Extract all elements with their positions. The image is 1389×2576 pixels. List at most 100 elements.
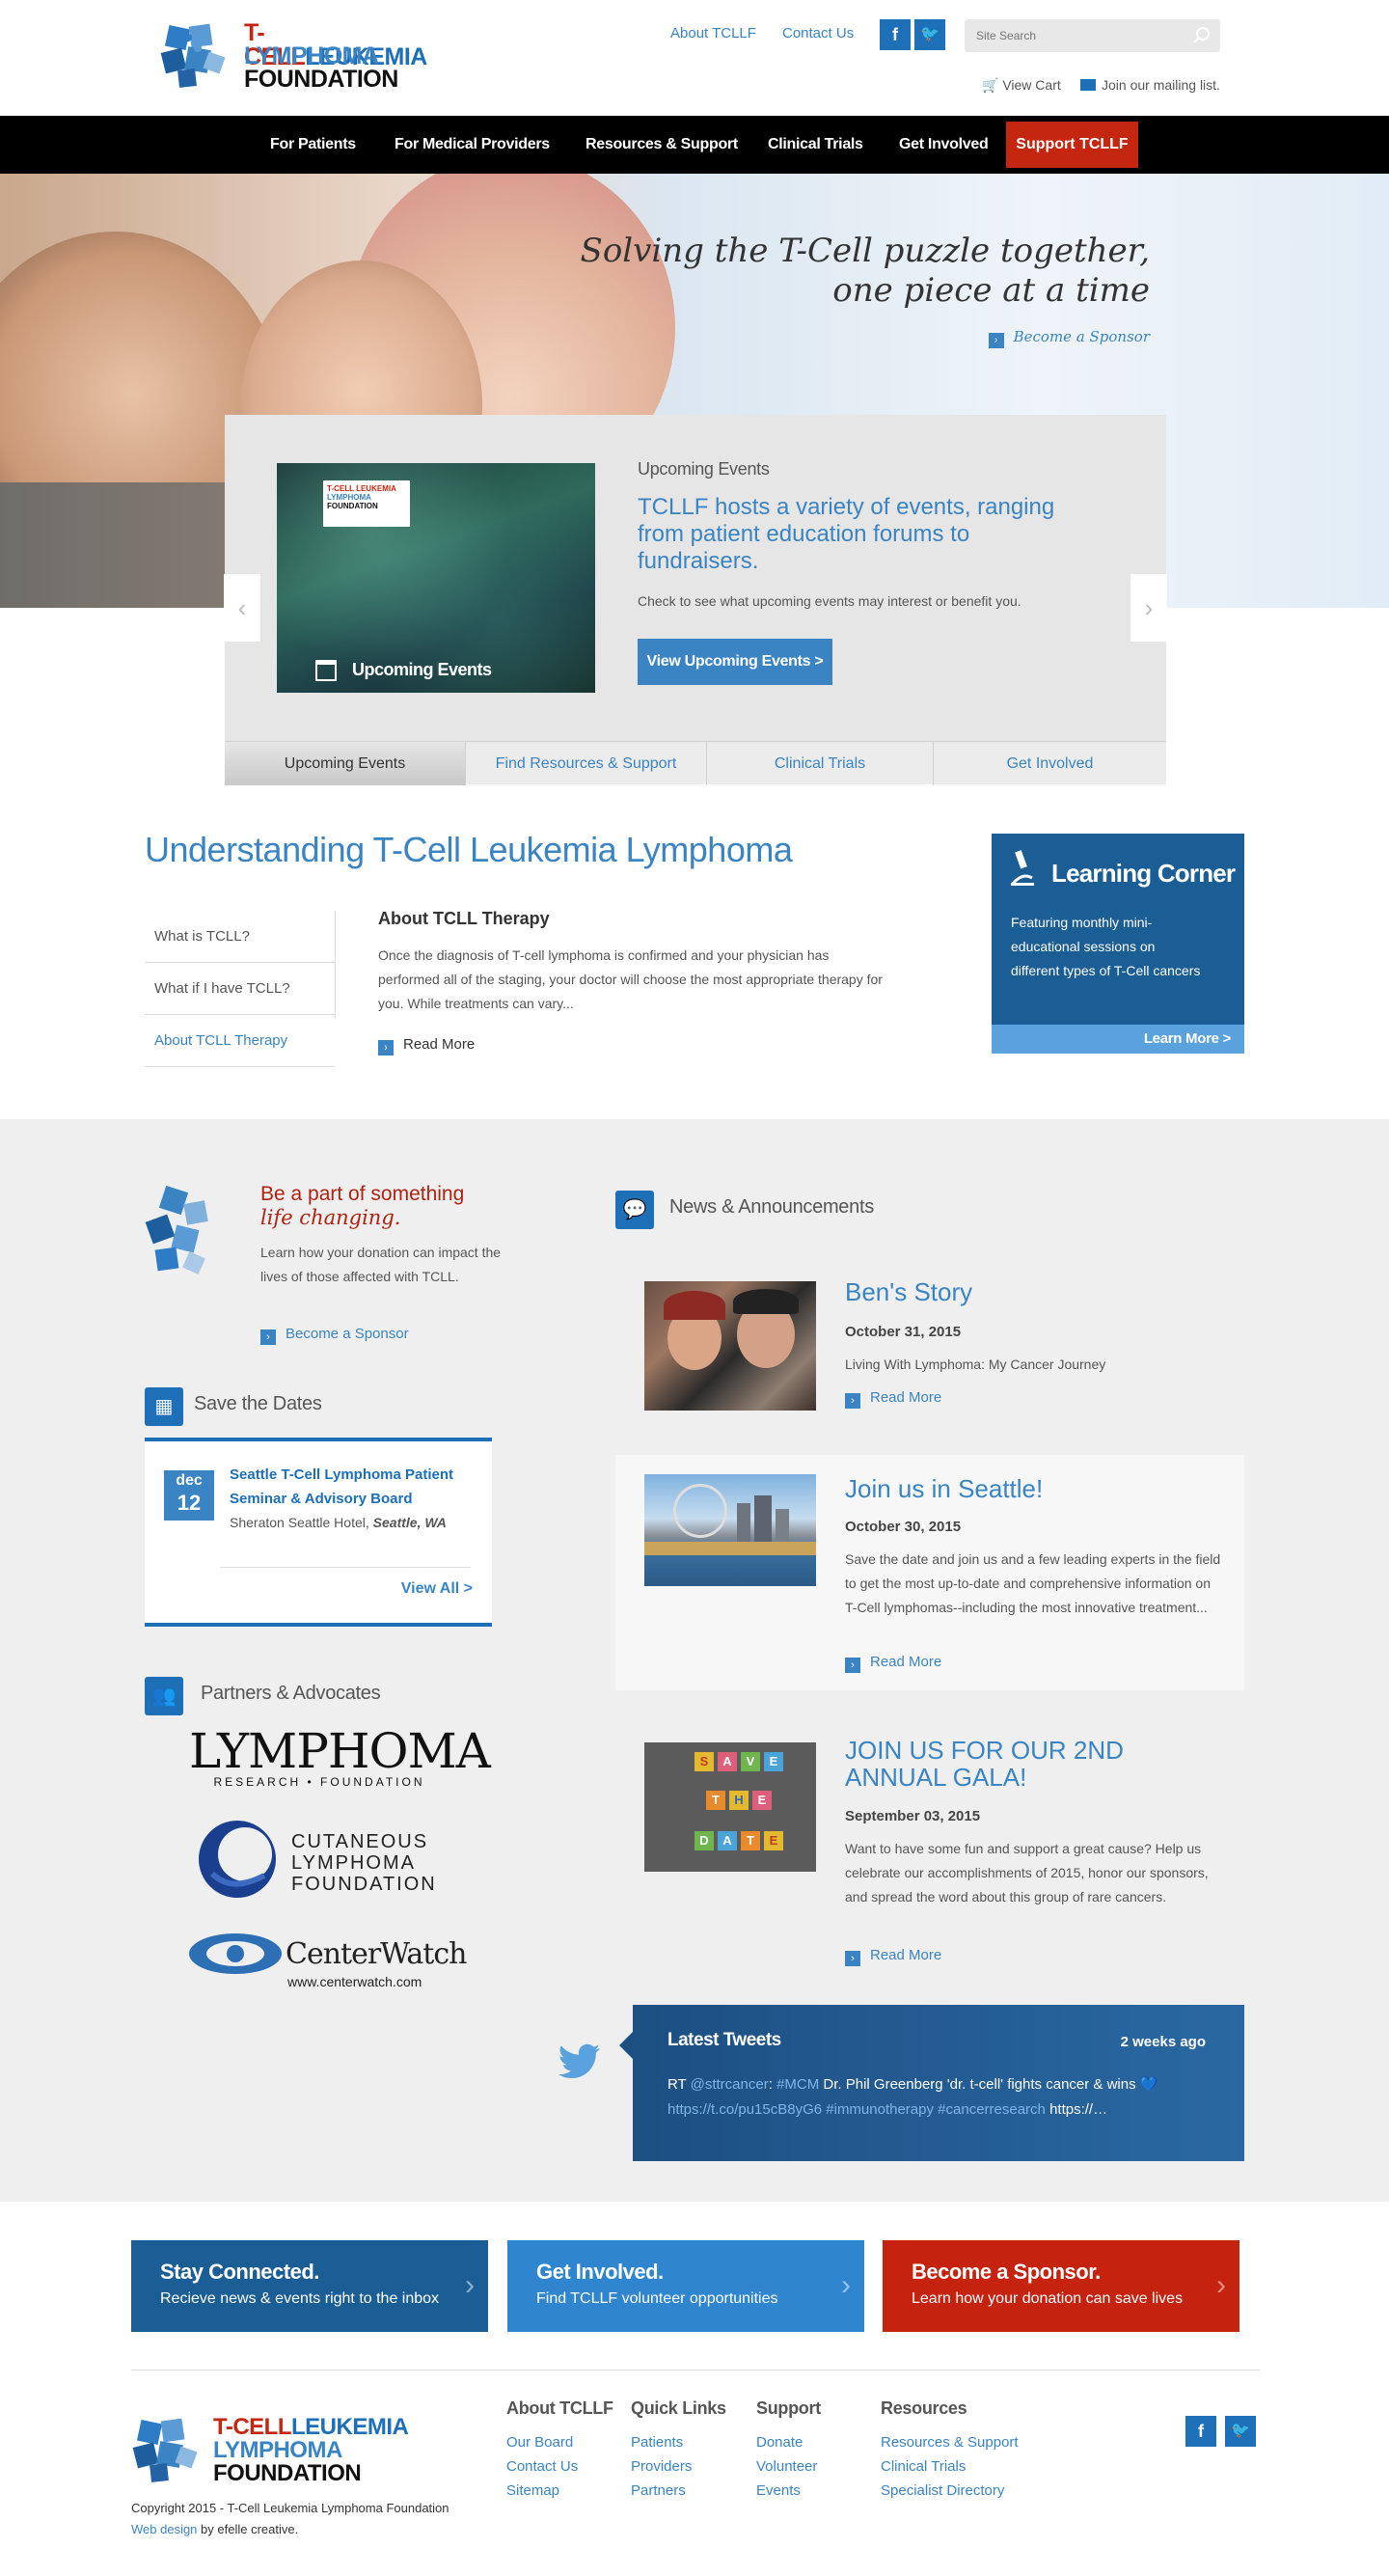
- article-read-more[interactable]: › Read More: [378, 1036, 475, 1055]
- lrf-sub: RESEARCH • FOUNDATION: [213, 1775, 425, 1789]
- cta-1-sub: Recieve news & events right to the inbox: [160, 2290, 440, 2307]
- site-search: [965, 19, 1220, 52]
- tweet-hashtag-mcm[interactable]: #MCM: [776, 2076, 819, 2093]
- learning-corner-link[interactable]: Learn More >: [992, 1025, 1244, 1054]
- news-image-bens-story[interactable]: [644, 1281, 816, 1411]
- footer-link-donate[interactable]: Donate: [756, 2434, 803, 2451]
- nav-clinical-trials[interactable]: Clinical Trials: [768, 116, 863, 174]
- slider-next-button[interactable]: ›: [1130, 574, 1167, 642]
- tweet-hashtag-immunotherapy[interactable]: #immunotherapy: [826, 2101, 934, 2118]
- search-input[interactable]: [965, 19, 1177, 52]
- footer-link-specialist-directory[interactable]: Specialist Directory: [881, 2482, 1004, 2499]
- mailing-list-link[interactable]: Join our mailing list.: [1080, 77, 1220, 93]
- partner-cutaneous-lymphoma-logo[interactable]: CUTANEOUS LYMPHOMA FOUNDATION: [193, 1814, 453, 1905]
- save-tile: D: [694, 1831, 714, 1850]
- partner-lymphoma-research-logo[interactable]: LYMPHOMA RESEARCH • FOUNDATION: [189, 1727, 491, 1789]
- side-item-what-is-tcll[interactable]: What is TCLL?: [145, 911, 335, 963]
- news-2-title[interactable]: Join us in Seattle!: [845, 1474, 1043, 1504]
- footer-col-quick-links-title: Quick Links: [631, 2398, 726, 2418]
- contact-us-link[interactable]: Contact Us: [782, 25, 854, 41]
- partner-centerwatch-logo[interactable]: CenterWatch www.centerwatch.com: [187, 1930, 467, 1993]
- centerwatch-url: www.centerwatch.com: [287, 1974, 422, 1989]
- tweet-sep: :: [768, 2076, 777, 2093]
- mailing-list-label: Join our mailing list.: [1102, 77, 1220, 93]
- badge-line1: T-CELL LEUKEMIA: [327, 484, 396, 493]
- event-month: dec: [176, 1472, 203, 1489]
- web-design-link[interactable]: Web design: [131, 2522, 197, 2536]
- event-location: Sheraton Seattle Hotel, Seattle, WA: [230, 1511, 451, 1535]
- footer-link-our-board[interactable]: Our Board: [506, 2434, 573, 2451]
- footer-logo[interactable]: T-CELLLEUKEMIA LYMPHOMA FOUNDATION: [131, 2412, 411, 2489]
- news-3-title[interactable]: JOIN US FOR OUR 2ND ANNUAL GALA!: [845, 1737, 1154, 1791]
- tab-clinical-trials[interactable]: Clinical Trials: [707, 742, 934, 785]
- footer-link-partners[interactable]: Partners: [631, 2482, 686, 2499]
- view-all-events-link[interactable]: View All >: [401, 1580, 473, 1598]
- latest-tweets-box: Latest Tweets 2 weeks ago RT @sttrcancer…: [619, 2005, 1244, 2161]
- tweet-handle-link[interactable]: @sttrcancer: [691, 2076, 769, 2093]
- footer-link-events[interactable]: Events: [756, 2482, 801, 2499]
- nav-for-patients[interactable]: For Patients: [270, 116, 356, 174]
- news-image-seattle[interactable]: [644, 1474, 816, 1586]
- tab-get-involved[interactable]: Get Involved: [934, 742, 1166, 785]
- twitter-icon[interactable]: 🐦: [914, 19, 945, 50]
- calendar-icon: [315, 660, 337, 681]
- hero-sponsor-link[interactable]: › Become a Sponsor: [988, 328, 1150, 348]
- news-2-text: Save the date and join us and a few lead…: [845, 1551, 1221, 1615]
- chevron-right-icon: ›: [378, 1040, 394, 1055]
- footer-link-contact-us[interactable]: Contact Us: [506, 2458, 578, 2475]
- news-2-read-more[interactable]: › Read More: [845, 1654, 941, 1673]
- nav-support-button[interactable]: Support TCLLF: [1006, 122, 1138, 168]
- chat-icon: 💬: [615, 1191, 654, 1229]
- search-icon[interactable]: [1193, 27, 1211, 44]
- footer-facebook-icon[interactable]: f: [1185, 2416, 1216, 2447]
- nav-resources-support[interactable]: Resources & Support: [586, 116, 738, 174]
- tab-upcoming-events[interactable]: Upcoming Events: [225, 742, 466, 785]
- side-item-about-therapy[interactable]: About TCLL Therapy: [145, 1015, 335, 1067]
- footer-link-volunteer[interactable]: Volunteer: [756, 2458, 817, 2475]
- article-title: About TCLL Therapy: [378, 909, 550, 928]
- about-tcllf-link[interactable]: About TCLLF: [670, 25, 756, 41]
- tweet-url-link[interactable]: https://t.co/pu15cB8yG6: [667, 2101, 822, 2118]
- tweet-hashtag-cancerresearch[interactable]: #cancerresearch: [938, 2101, 1046, 2118]
- news-1-title[interactable]: Ben's Story: [845, 1277, 972, 1307]
- footer-logo-lymphoma: LYMPHOMA: [213, 2437, 342, 2463]
- footer-link-patients[interactable]: Patients: [631, 2434, 683, 2451]
- be-a-part-sponsor-link[interactable]: › Become a Sponsor: [260, 1326, 409, 1345]
- tab-find-resources[interactable]: Find Resources & Support: [466, 742, 707, 785]
- site-logo[interactable]: T-CELLLEUKEMIA LYMPHOMA FOUNDATION: [159, 17, 439, 95]
- hero-tagline: Solving the T-Cell puzzle together, one …: [581, 232, 1150, 311]
- nav-for-medical-providers[interactable]: For Medical Providers: [395, 116, 550, 174]
- facebook-icon[interactable]: f: [880, 19, 911, 50]
- envelope-icon: [1080, 79, 1096, 91]
- event-city: Seattle, WA: [372, 1515, 447, 1530]
- tweet-text: RT @sttrcancer: #MCM Dr. Phil Greenberg …: [667, 2072, 1208, 2123]
- view-cart-link[interactable]: 🛒 View Cart: [982, 77, 1061, 94]
- hero-sponsor-label: Become a Sponsor: [1013, 328, 1150, 345]
- view-upcoming-events-button[interactable]: View Upcoming Events >: [638, 639, 832, 685]
- get-involved-cta[interactable]: Get Involved. Find TCLLF volunteer oppor…: [507, 2240, 864, 2332]
- tweet-rt: RT: [667, 2076, 691, 2093]
- footer-twitter-icon[interactable]: 🐦: [1225, 2416, 1256, 2447]
- nav-get-involved[interactable]: Get Involved: [899, 116, 989, 174]
- event-title[interactable]: Seattle T-Cell Lymphoma Patient Seminar …: [230, 1463, 471, 1511]
- footer-link-resources-support[interactable]: Resources & Support: [881, 2434, 1019, 2451]
- side-item-what-if[interactable]: What if I have TCLL?: [145, 963, 335, 1015]
- news-1-read-more[interactable]: › Read More: [845, 1389, 941, 1409]
- footer-credit: Web design by efelle creative.: [131, 2522, 298, 2536]
- news-image-save-the-date[interactable]: S A V E T H E D A T E: [644, 1742, 816, 1872]
- cart-icon: 🛒: [982, 77, 999, 93]
- slide-text: Check to see what upcoming events may in…: [638, 593, 1021, 609]
- footer-link-clinical-trials[interactable]: Clinical Trials: [881, 2458, 966, 2475]
- become-sponsor-cta[interactable]: Become a Sponsor. Learn how your donatio…: [883, 2240, 1239, 2332]
- slider-prev-button[interactable]: ‹: [224, 574, 260, 642]
- slide-image[interactable]: T-CELL LEUKEMIA LYMPHOMA FOUNDATION Upco…: [277, 463, 595, 693]
- centerwatch-icon: [189, 1933, 282, 1974]
- save-tile: T: [741, 1831, 760, 1850]
- cta-1-title: Stay Connected.: [160, 2260, 319, 2284]
- footer-link-providers[interactable]: Providers: [631, 2458, 692, 2475]
- learning-corner-card[interactable]: Learning Corner Featuring monthly mini-e…: [992, 834, 1244, 1054]
- footer-link-sitemap[interactable]: Sitemap: [506, 2482, 559, 2499]
- tweet-body: Dr. Phil Greenberg 'dr. t-cell' fights c…: [819, 2076, 1158, 2093]
- news-3-read-more[interactable]: › Read More: [845, 1947, 941, 1966]
- stay-connected-cta[interactable]: Stay Connected. Recieve news & events ri…: [131, 2240, 488, 2332]
